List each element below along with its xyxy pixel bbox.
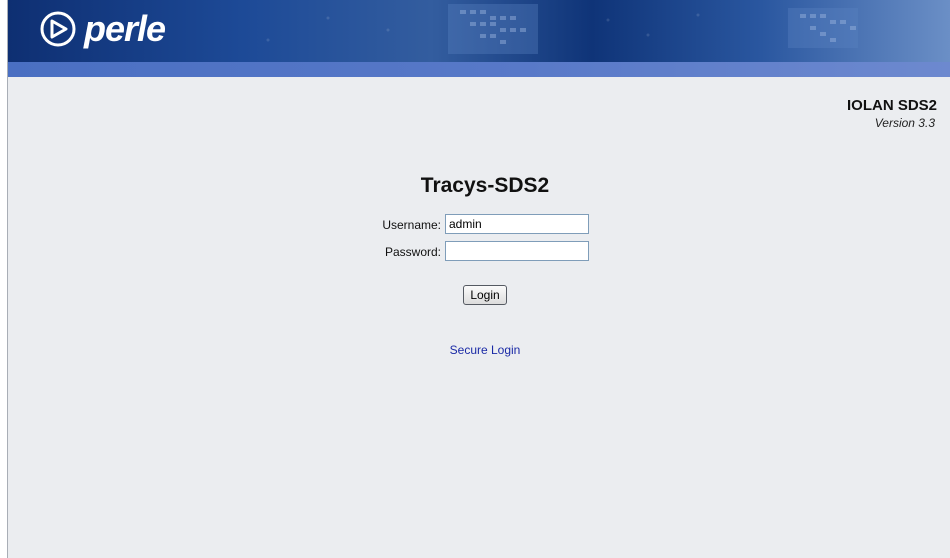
password-input[interactable] (445, 241, 589, 261)
perle-logo-text: perle (84, 8, 166, 49)
username-input[interactable] (445, 214, 589, 234)
device-name-title: Tracys-SDS2 (420, 174, 550, 197)
password-label: Password: (384, 245, 441, 259)
header-banner: perle (8, 0, 950, 62)
left-frame-border (0, 0, 8, 558)
login-button[interactable]: Login (463, 285, 507, 305)
secure-login-link[interactable]: Secure Login (0, 343, 950, 357)
perle-logo: perle (38, 8, 166, 49)
username-label: Username: (382, 218, 441, 232)
header-accent-band (8, 62, 950, 77)
product-name: IOLAN SDS2 (846, 97, 937, 114)
product-version: Version 3.3 (874, 116, 935, 130)
perle-globe-logo-icon (40, 11, 76, 47)
